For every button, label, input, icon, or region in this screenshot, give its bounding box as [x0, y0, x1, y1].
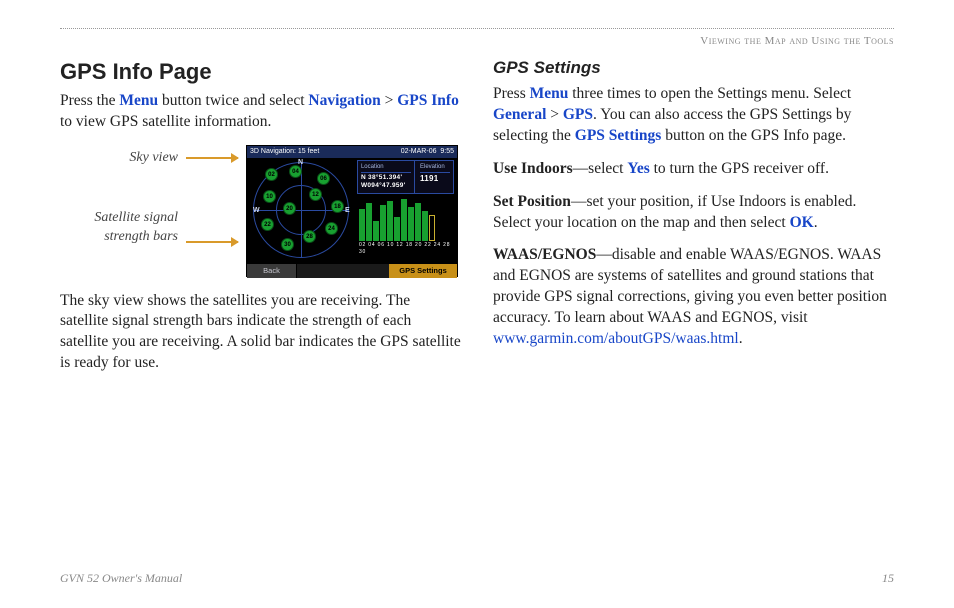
signal-bars: [357, 197, 454, 241]
compass-w: W: [253, 206, 260, 215]
ss-date: 02-MAR-06: [401, 148, 437, 155]
compass-e: E: [345, 206, 350, 215]
caption-sky-view: Sky view: [60, 149, 178, 168]
navigation-link: Navigation: [308, 92, 380, 109]
waas-egnos-desc: WAAS/EGNOS—disable and enable WAAS/EGNOS…: [493, 245, 894, 350]
footer-manual-title: GVN 52 Owner's Manual: [60, 571, 182, 586]
gps-screenshot: 3D Navigation: 15 feet 02-MAR-06 9:55 N …: [246, 145, 458, 277]
gps-settings-link: GPS Settings: [575, 127, 662, 144]
section-heading-gps-info: GPS Info Page: [60, 57, 461, 87]
menu-link: Menu: [119, 92, 158, 109]
gps-settings-button[interactable]: GPS Settings: [389, 264, 457, 278]
ss-title: 3D Navigation: 15 feet: [250, 147, 319, 157]
use-indoors-desc: Use Indoors—select Yes to turn the GPS r…: [493, 159, 894, 180]
gps-link: GPS: [563, 106, 593, 123]
location-label: Location: [361, 163, 411, 173]
chapter-breadcrumb: Viewing the Map and Using the Tools: [60, 35, 894, 47]
menu-link: Menu: [530, 85, 569, 102]
elevation-label: Elevation: [420, 163, 450, 173]
elevation-value: 1191: [420, 174, 450, 185]
general-link: General: [493, 106, 546, 123]
ok-link: OK: [790, 214, 814, 231]
page-number: 15: [882, 571, 894, 586]
yes-link: Yes: [627, 160, 649, 177]
gps-figure: Sky view Satellite signal strength bars …: [60, 145, 461, 277]
set-position-desc: Set Position—set your position, if Use I…: [493, 192, 894, 234]
section-heading-gps-settings: GPS Settings: [493, 57, 894, 80]
back-button[interactable]: Back: [247, 264, 297, 278]
bar-numbers: 02 04 06 10 12 18 20 22 24 28 30: [357, 241, 454, 257]
sky-view-description: The sky view shows the satellites you ar…: [60, 291, 461, 375]
arrow-icon: [186, 157, 238, 159]
location-value-2: W094°47.959': [361, 182, 411, 191]
gps-info-intro: Press the Menu button twice and select N…: [60, 91, 461, 133]
waas-url[interactable]: www.garmin.com/aboutGPS/waas.html: [493, 330, 739, 347]
gps-settings-intro: Press Menu three times to open the Setti…: [493, 84, 894, 147]
arrow-icon: [186, 241, 238, 243]
ss-time: 9:55: [440, 148, 454, 155]
sky-view-panel: N E W 02 04 06 10 12 18 20 22 24 28 30: [247, 158, 354, 264]
caption-signal-bars: Satellite signal strength bars: [60, 209, 178, 247]
gps-info-link: GPS Info: [397, 92, 459, 109]
